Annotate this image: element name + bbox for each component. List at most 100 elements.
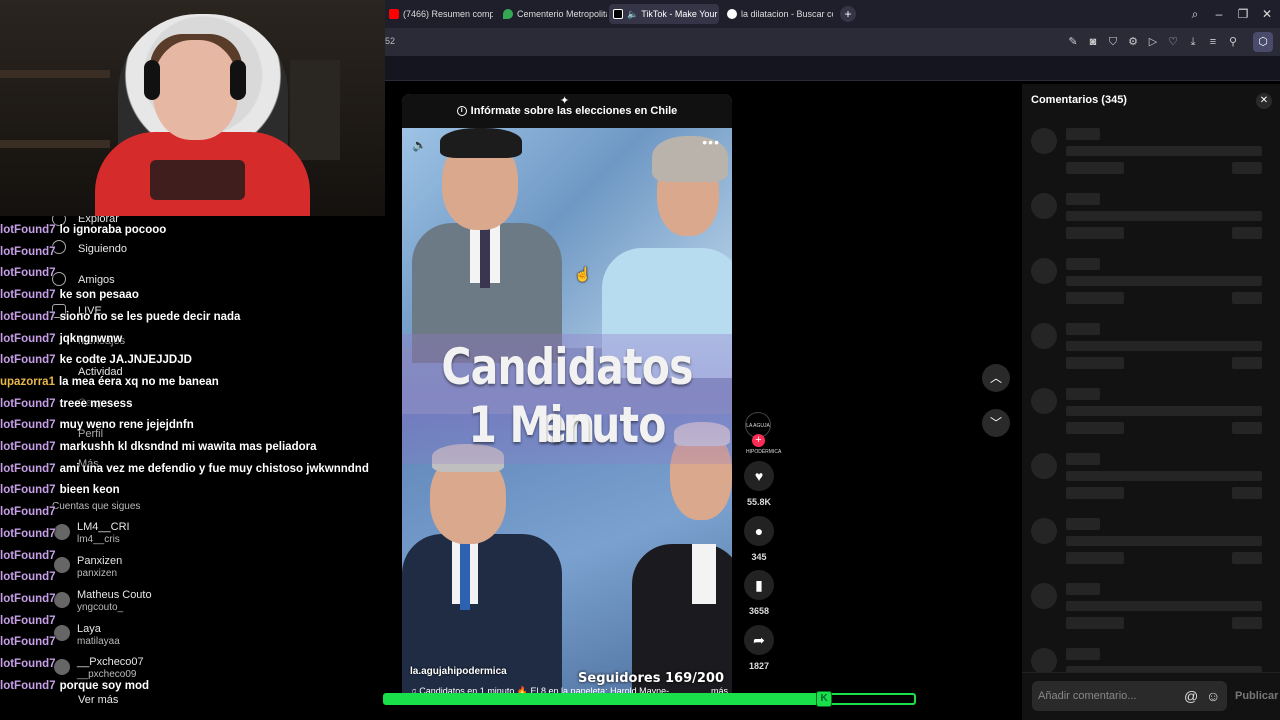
publish-button[interactable]: Publicar [1235,690,1278,702]
comment-button[interactable]: ● [744,516,774,546]
sidebar-item-following[interactable]: Siguiendo [78,243,127,255]
like-button[interactable]: ♥ [744,461,774,491]
chat-text: bieen keon [59,484,120,497]
edit-icon[interactable]: ✎ [1065,34,1081,50]
follower-progress-bar: K [383,691,916,707]
share-button[interactable]: ➦ [744,625,774,655]
new-tab-button[interactable]: + [840,6,856,22]
skeleton-avatar [1031,648,1057,674]
account-name[interactable]: Panxizen [77,555,122,567]
active-extension-icon[interactable]: ⬡ [1253,32,1273,52]
see-more-link[interactable]: Ver más [78,694,118,706]
close-comments-button[interactable]: ✕ [1256,93,1272,109]
url-fragment[interactable]: 52 [385,36,395,46]
next-video-button[interactable]: ﹀ [982,409,1010,437]
chat-message: lotFound7 [0,654,60,674]
browser-tab[interactable]: (7466) Resumen complet [385,4,493,24]
mention-icon[interactable]: @ [1184,688,1198,704]
close-icon: ✕ [1259,95,1269,106]
chat-text: ami una vez me defendio y fue muy chisto… [59,462,369,475]
tab-label: la dilatacion - Buscar con [741,9,833,19]
chat-username: lotFound7 [0,224,56,236]
profile-icon[interactable]: ⚲ [1225,34,1241,50]
skeleton-line [1066,648,1100,660]
chat-text: markushh kl dksndnd mi wawita mas peliad… [59,441,317,453]
follow-plus-button[interactable]: + [752,434,765,447]
chat-username: lotFound7 [0,636,56,649]
account-name[interactable]: Laya [77,623,101,635]
chat-message: lotFound7 markushh kl dksndnd mi wawita m… [0,437,317,457]
video-player[interactable]: Candidatos en 1 Minuto i Infórmate sobre… [402,94,732,700]
skeleton-line [1066,193,1100,205]
skeleton-line [1066,162,1124,174]
skeleton-avatar [1031,323,1057,349]
menu-icon[interactable]: ≡ [1205,34,1221,50]
camera-icon[interactable]: ◙ [1085,34,1101,50]
search-tabs-icon[interactable]: ⌕ [1185,4,1205,24]
chat-username: lotFound7 [0,310,56,323]
chat-message: lotFound7 porque soy mod [0,676,149,696]
comment-count: 345 [751,552,767,562]
tie [460,540,470,610]
browser-tab[interactable]: la dilatacion - Buscar con [723,4,833,24]
chat-username: lotFound7 [0,354,56,367]
save-button[interactable]: ▮ [744,570,774,600]
volume-icon[interactable]: 🔈 [412,138,427,152]
chat-message: lotFound7 [0,632,60,652]
tab-label: TikTok - Make Your D [641,9,719,19]
account-name[interactable]: Matheus Couto [77,589,152,601]
chat-message: lotFound7 [0,611,60,631]
account-name[interactable]: LM4__CRI [77,521,130,533]
chat-text: ke son pesaao [59,289,139,302]
skeleton-line [1066,292,1124,304]
chat-message: lotFound7 bieen keon [0,480,120,500]
extension-icon[interactable]: ⚙ [1125,34,1141,50]
chat-message: lotFound7 lo ignoraba pocooo [0,220,166,240]
chat-message: lotFound7 [0,589,60,609]
minimize-icon[interactable]: – [1209,4,1229,24]
skeleton-line [1066,357,1124,369]
video-author[interactable]: la.agujahipodermica [410,666,507,677]
shield-icon[interactable]: ⛉ [1105,34,1121,50]
close-window-icon[interactable]: ✕ [1257,4,1277,24]
browser-tab-active[interactable]: 🔈 TikTok - Make Your D [609,4,719,24]
emoji-icon[interactable]: ☺ [1206,688,1220,704]
headset [144,60,160,100]
chat-username: lotFound7 [0,679,56,692]
account-name[interactable]: __Pxcheco07 [77,656,144,668]
skeleton-line [1066,323,1100,335]
play-icon[interactable]: ▷ [1145,34,1161,50]
chat-username: lotFound7 [0,571,56,584]
chat-message: lotFound7 [0,567,60,587]
skeleton-line [1066,601,1262,611]
previous-video-button[interactable]: ︿ [982,364,1010,392]
skeleton-line [1066,388,1100,400]
chat-username: upazorra1 [0,375,55,388]
chat-username: lotFound7 [0,289,56,302]
kick-logo-icon: K [816,691,833,707]
tie [480,228,490,288]
chat-text: muy weno rene jejejdnfn [59,419,194,432]
chat-text: porque soy mod [59,679,150,692]
banner-text: Infórmate sobre las elecciones en Chile [470,105,678,117]
restore-icon[interactable]: ❐ [1233,4,1253,24]
heart-icon: ♥ [754,468,764,484]
chevron-down-icon: ﹀ [989,416,1002,430]
save-count: 3658 [748,606,770,616]
headset [230,60,246,100]
skeleton-line [1232,487,1262,499]
download-icon[interactable]: ⤓ [1185,34,1201,50]
chat-text: siono no se les puede decir nada [59,310,241,323]
like-count: 55.8K [746,497,772,507]
skeleton-avatar [1031,128,1057,154]
browser-tab[interactable]: Cementerio Metropolitan [499,4,607,24]
skeleton-line [1066,211,1262,221]
more-options-icon[interactable]: ••• [702,134,720,150]
shelf [0,70,110,78]
chat-username: lotFound7 [0,658,56,670]
skeleton-line [1066,146,1262,156]
skeleton-line [1232,422,1262,434]
skeleton-line [1232,552,1262,564]
heart-icon[interactable]: ♡ [1165,34,1181,50]
skeleton-avatar [1031,583,1057,609]
